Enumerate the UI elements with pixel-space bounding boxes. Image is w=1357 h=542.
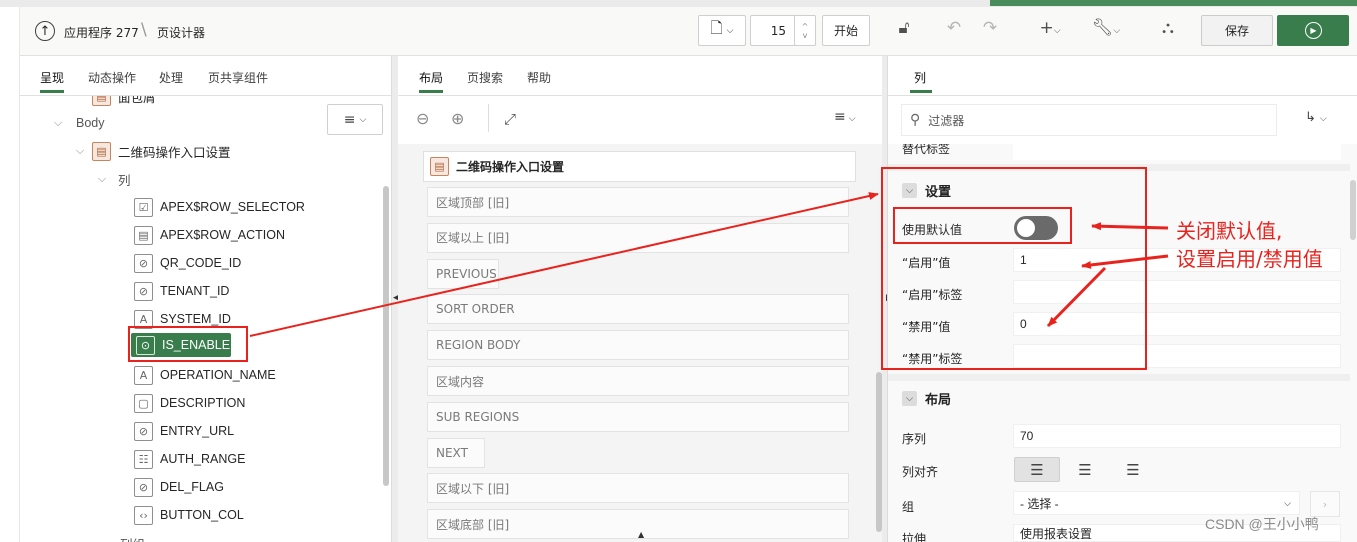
watermark: CSDN @王小小鸭 [1205, 516, 1319, 532]
arrow-to-on-value [1081, 254, 1169, 269]
annotation-line-2: 设置启用/禁用值 [1176, 247, 1323, 271]
arrow-to-use-default [1091, 222, 1169, 231]
annotation-arrows [249, 192, 1169, 337]
arrow-to-off-value [1046, 266, 1107, 328]
arrow-to-settings [249, 192, 879, 337]
annotation-line-1: 关闭默认值, [1176, 219, 1283, 243]
